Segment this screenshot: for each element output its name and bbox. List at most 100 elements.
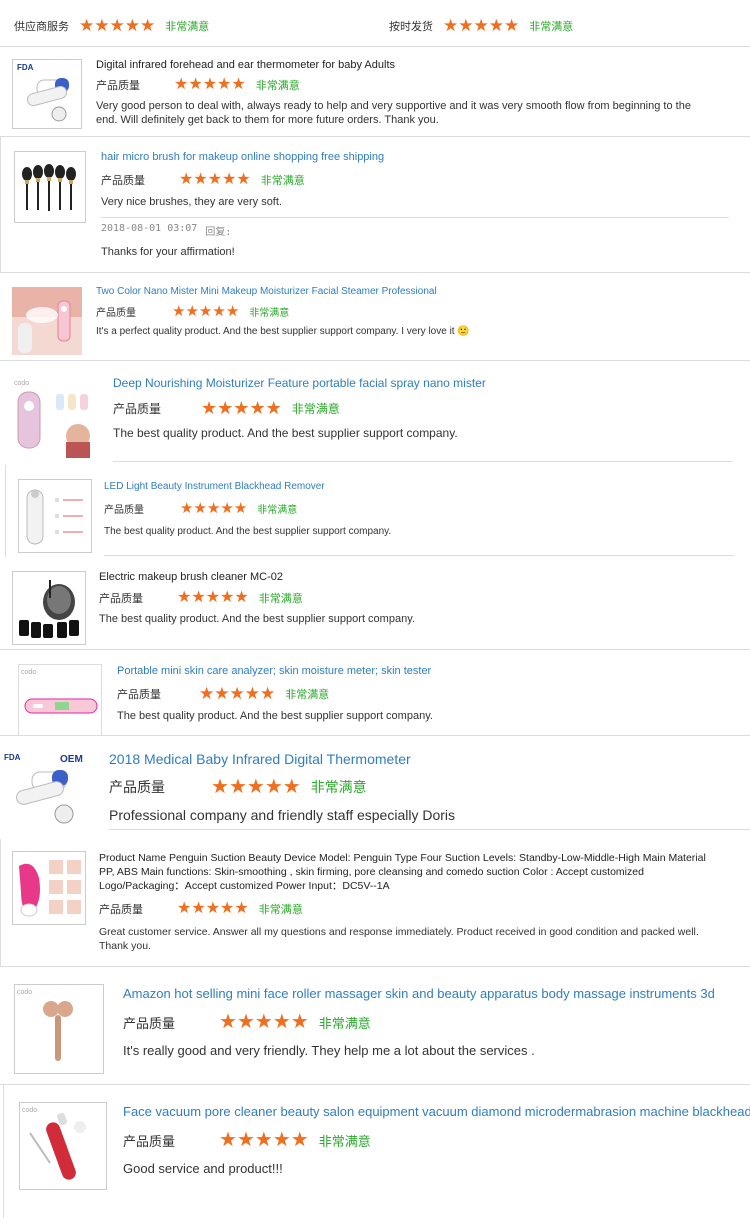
codo-logo: codo	[14, 380, 29, 387]
supplier-service-rating: 供应商服务 ★ ★ ★ ★ ★ 非常满意	[14, 17, 209, 34]
star-icon: ★	[228, 776, 247, 798]
quality-rating: 产品质量 ★ ★ ★ ★ ★ 非常满意	[109, 777, 739, 797]
quality-label: 产品质量	[96, 308, 136, 319]
quality-rating: 产品质量 ★ ★ ★ ★ ★ 非常满意	[99, 590, 739, 606]
quality-label: 产品质量	[99, 904, 143, 916]
star-icon: ★	[233, 500, 248, 517]
delivery-label: 按时发货	[389, 20, 433, 33]
reply-date: 2018-08-01 03:07	[101, 223, 198, 234]
review-text: Good service and product!!!	[123, 1161, 283, 1176]
product-thumbnail[interactable]: FDA OEM	[2, 750, 90, 830]
quality-rating-text: 非常满意	[249, 308, 290, 319]
star-icon: ★	[504, 16, 520, 35]
star-icon: ★	[188, 76, 203, 93]
review-item: codo Face vacuum pore cleaner beauty sal…	[0, 1085, 750, 1218]
skin-analyzer-image-icon: codo	[21, 669, 98, 714]
star-icon: ★	[264, 776, 283, 798]
review-text: It's really good and very friendly. They…	[123, 1043, 535, 1058]
quality-stars: ★ ★ ★ ★ ★	[211, 777, 301, 797]
star-icon: ★	[205, 900, 221, 917]
quality-label: 产品质量	[123, 1015, 176, 1031]
quality-rating-text: 非常满意	[255, 80, 300, 92]
pore-cleaner-image-icon: codo	[22, 1107, 86, 1180]
product-thumbnail[interactable]: codo	[12, 376, 94, 458]
product-title-link[interactable]: Amazon hot selling mini face roller mass…	[123, 986, 750, 1001]
star-icon: ★	[220, 589, 235, 606]
star-icon: ★	[193, 500, 207, 517]
product-title[interactable]: Product Name Penguin Suction Beauty Devi…	[99, 851, 714, 893]
facial-mister-image-icon	[12, 287, 82, 355]
review-text: The best quality product. And the best s…	[99, 613, 415, 625]
product-thumbnail[interactable]	[12, 287, 82, 355]
star-icon: ★	[236, 171, 251, 188]
star-icon: ★	[185, 303, 199, 320]
product-title-link[interactable]: Portable mini skin care analyzer; skin m…	[117, 665, 737, 677]
reply-text: Thanks for your affirmation!	[101, 246, 235, 258]
quality-rating-text: 非常满意	[260, 175, 305, 187]
product-thumbnail[interactable]: codo	[18, 664, 102, 735]
review-item: FDA OEM 2018 Medical Baby Infrared Digit…	[0, 736, 750, 837]
star-icon: ★	[180, 500, 194, 517]
star-icon: ★	[246, 776, 265, 798]
star-icon: ★	[214, 684, 230, 703]
quality-rating-text: 非常满意	[291, 401, 340, 416]
star-icon: ★	[272, 1129, 291, 1151]
product-title-link[interactable]: hair micro brush for makeup online shopp…	[101, 151, 731, 163]
reply-label: 回复:	[205, 227, 232, 238]
rating-summary: 供应商服务 ★ ★ ★ ★ ★ 非常满意 按时发货 ★ ★ ★ ★ ★ 非常满意	[0, 0, 750, 47]
quality-rating: 产品质量 ★ ★ ★ ★ ★ 非常满意	[113, 399, 733, 417]
product-thumbnail[interactable]: codo	[14, 984, 104, 1074]
review-item: FDA Digital infrared forehead and ear th…	[0, 47, 750, 137]
product-thumbnail[interactable]: FDA	[12, 59, 82, 129]
product-title-link[interactable]: LED Light Beauty Instrument Blackhead Re…	[104, 481, 734, 492]
delivery-stars: ★ ★ ★ ★ ★	[443, 17, 519, 34]
review-item: codo Amazon hot selling mini face roller…	[0, 967, 750, 1085]
quality-rating: 产品质量 ★ ★ ★ ★ ★ 非常满意	[123, 1130, 750, 1150]
star-icon: ★	[219, 1129, 237, 1151]
star-icon: ★	[233, 398, 250, 418]
star-icon: ★	[94, 16, 110, 35]
quality-rating: 产品质量 ★ ★ ★ ★ ★ 非常满意	[117, 685, 737, 702]
star-icon: ★	[201, 398, 218, 418]
product-title[interactable]: Digital infrared forehead and ear thermo…	[96, 59, 736, 71]
review-text: The best quality product. And the best s…	[113, 426, 458, 440]
product-title-link[interactable]: 2018 Medical Baby Infrared Digital Therm…	[109, 751, 739, 767]
star-icon: ★	[272, 1011, 291, 1033]
codo-logo: codo	[17, 989, 32, 996]
thermometer-image-icon: FDA	[17, 63, 69, 122]
product-thumbnail[interactable]	[12, 571, 86, 645]
codo-logo: codo	[22, 1107, 37, 1114]
review-item: LED Light Beauty Instrument Blackhead Re…	[0, 465, 750, 557]
star-icon: ★	[229, 684, 245, 703]
review-item: Product Name Penguin Suction Beauty Devi…	[0, 839, 750, 967]
quality-rating: 产品质量 ★ ★ ★ ★ ★ 非常满意	[96, 304, 736, 319]
quality-rating: 产品质量 ★ ★ ★ ★ ★ 非常满意	[101, 172, 731, 188]
star-icon: ★	[207, 171, 223, 188]
product-title-link[interactable]: Deep Nourishing Moisturizer Feature port…	[113, 376, 733, 390]
star-icon: ★	[174, 76, 189, 93]
product-thumbnail[interactable]: codo	[19, 1102, 107, 1190]
star-icon: ★	[124, 16, 140, 35]
product-thumbnail[interactable]	[18, 479, 92, 553]
review-text: The best quality product. And the best s…	[104, 526, 392, 537]
supplier-rating-text: 非常满意	[165, 20, 210, 33]
star-icon: ★	[220, 900, 235, 917]
review-text: The best quality product. And the best s…	[117, 710, 433, 722]
star-icon: ★	[206, 500, 221, 517]
quality-stars: ★ ★ ★ ★ ★	[179, 172, 251, 188]
blackhead-remover-image-icon	[26, 489, 83, 545]
quality-stars: ★ ★ ★ ★ ★	[177, 901, 249, 917]
quality-label: 产品质量	[109, 779, 165, 795]
product-title-link[interactable]: Two Color Nano Mister Mini Makeup Moistu…	[96, 286, 736, 297]
quality-stars: ★ ★ ★ ★ ★	[219, 1012, 309, 1032]
thermometer-image-icon: FDA OEM	[4, 753, 83, 824]
product-title-link[interactable]: Face vacuum pore cleaner beauty salon eq…	[123, 1104, 750, 1119]
product-title[interactable]: Electric makeup brush cleaner MC-02	[99, 571, 739, 583]
product-thumbnail[interactable]	[14, 151, 86, 223]
star-icon: ★	[458, 16, 474, 35]
star-icon: ★	[191, 900, 206, 917]
star-icon: ★	[234, 589, 249, 606]
star-icon: ★	[260, 684, 276, 703]
product-thumbnail[interactable]	[12, 851, 86, 925]
codo-logo: codo	[21, 669, 36, 676]
